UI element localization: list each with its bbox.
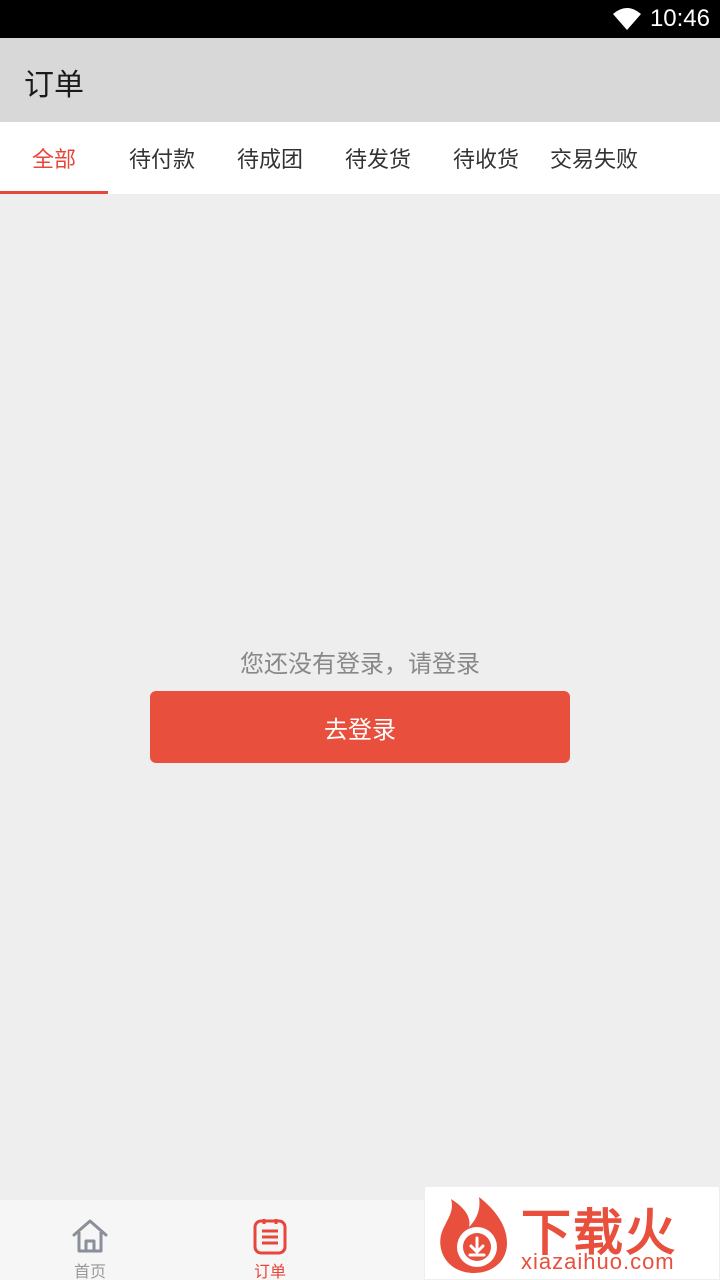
app-bar: 订单 (0, 38, 720, 122)
login-prompt-message: 您还没有登录，请登录 (240, 650, 480, 678)
tab-pending-receipt[interactable]: 待收货 (432, 122, 540, 194)
nav-label-home: 首页 (73, 1262, 106, 1280)
watermark: 下载火 xiazaihuo.com (424, 1186, 720, 1280)
tab-pending-payment[interactable]: 待付款 (108, 122, 216, 194)
order-tabs: 全部 待付款 待成团 待发货 待收货 交易失败 (0, 122, 720, 194)
status-time: 10:46 (649, 5, 710, 32)
watermark-domain: xiazaihuo.com (521, 1249, 675, 1274)
tab-pending-shipment[interactable]: 待发货 (324, 122, 432, 194)
nav-item-home[interactable]: 首页 (50, 1216, 130, 1280)
page-title: 订单 (24, 68, 84, 103)
tab-pending-group[interactable]: 待成团 (216, 122, 324, 194)
tab-all[interactable]: 全部 (0, 122, 108, 194)
tab-transaction-failed[interactable]: 交易失败 (540, 122, 648, 194)
status-bar: 10:46 (0, 0, 720, 38)
login-button[interactable]: 去登录 (150, 691, 570, 763)
home-icon (72, 1219, 108, 1253)
order-list-icon (253, 1219, 287, 1255)
wifi-icon (613, 8, 641, 30)
nav-label-orders: 订单 (253, 1262, 286, 1280)
nav-item-orders[interactable]: 订单 (230, 1216, 310, 1280)
flame-logo-icon (440, 1197, 507, 1273)
